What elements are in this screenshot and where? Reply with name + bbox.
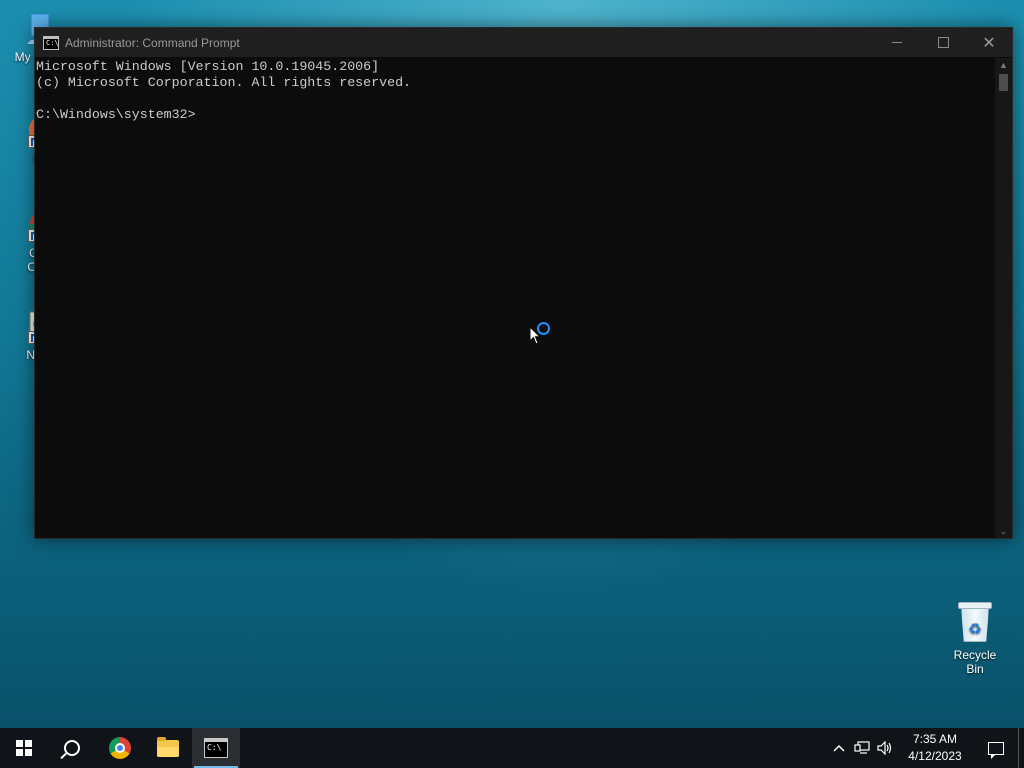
taskbar-file-explorer[interactable]: [144, 728, 192, 768]
taskbar-command-prompt[interactable]: C:\: [192, 728, 240, 768]
busy-spinner-icon: [537, 322, 550, 335]
scroll-up-icon[interactable]: ▲: [995, 58, 1012, 72]
close-icon: ✕: [982, 34, 996, 52]
recycle-bin-icon: ♻: [958, 602, 992, 642]
action-center-button[interactable]: [974, 728, 1018, 768]
clock-date: 4/12/2023: [908, 749, 962, 763]
maximize-button[interactable]: [920, 28, 966, 57]
system-tray: 7:35 AM 4/12/2023: [827, 728, 1024, 768]
recycle-bin-label: Recycle Bin: [953, 648, 997, 676]
maximize-icon: [937, 37, 949, 48]
search-icon: [64, 740, 80, 756]
start-button[interactable]: [0, 728, 48, 768]
start-icon: [16, 740, 32, 756]
cmd-icon-text: C:\: [207, 743, 222, 752]
show-hidden-icons-chevron-icon[interactable]: [827, 728, 850, 768]
network-icon[interactable]: [850, 728, 873, 768]
minimize-icon: [892, 42, 902, 43]
console-output[interactable]: Microsoft Windows [Version 10.0.19045.20…: [35, 58, 995, 538]
console-line: Microsoft Windows [Version 10.0.19045.20…: [36, 59, 380, 74]
window-title: Administrator: Command Prompt: [65, 35, 240, 50]
notification-icon: [988, 741, 1004, 759]
command-prompt-icon[interactable]: C:\: [43, 35, 59, 50]
console-line: ​: [36, 91, 995, 107]
console-prompt: C:\Windows\system32>: [36, 107, 196, 122]
show-desktop-button[interactable]: [1018, 728, 1024, 768]
file-explorer-icon: [157, 736, 179, 757]
close-button[interactable]: ✕: [966, 28, 1012, 57]
command-prompt-icon: C:\: [204, 738, 228, 758]
search-button[interactable]: [48, 728, 96, 768]
scrollbar-thumb[interactable]: [999, 74, 1008, 91]
app-icon-text: C:\: [46, 38, 59, 47]
window-titlebar[interactable]: C:\ Administrator: Command Prompt ✕: [35, 28, 1012, 57]
chrome-icon: [109, 737, 131, 759]
taskbar: C:\ 7:35 AM 4/12/2023: [0, 728, 1024, 768]
clock-time: 7:35 AM: [912, 732, 958, 746]
console-line: (c) Microsoft Corporation. All rights re…: [36, 75, 412, 90]
command-prompt-window[interactable]: C:\ Administrator: Command Prompt ✕ Micr…: [34, 27, 1013, 539]
scroll-down-icon[interactable]: ⌄: [995, 524, 1012, 538]
volume-icon[interactable]: [873, 728, 896, 768]
minimize-button[interactable]: [874, 28, 920, 57]
taskbar-chrome[interactable]: [96, 728, 144, 768]
taskbar-clock[interactable]: 7:35 AM 4/12/2023: [896, 731, 974, 765]
desktop-icon-recycle-bin[interactable]: ♻ Recycle Bin: [944, 602, 1006, 676]
vertical-scrollbar[interactable]: ▲ ⌄: [995, 58, 1012, 538]
